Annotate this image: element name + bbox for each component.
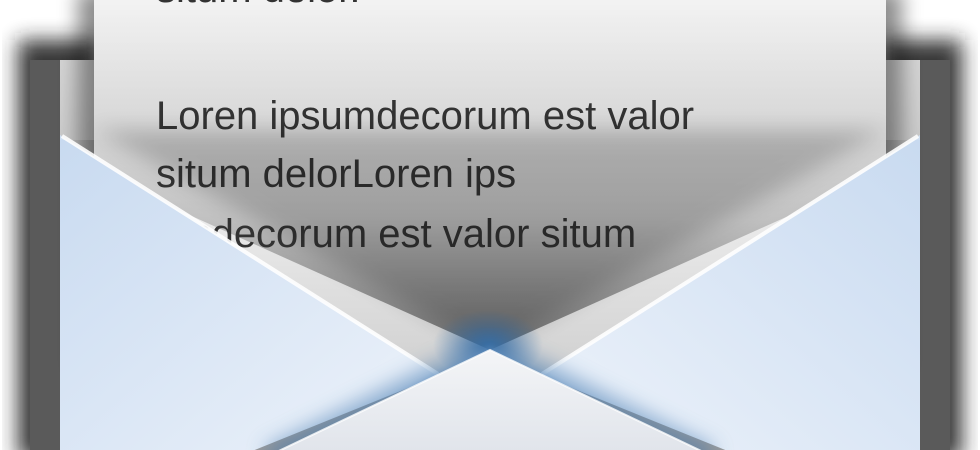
letter-line-top: situm delor. xyxy=(156,0,361,11)
open-envelope-illustration: situm delor. Loren ipsumdecorum est valo… xyxy=(0,0,980,450)
open-envelope-icon: situm delor. Loren ipsumdecorum est valo… xyxy=(18,0,962,450)
